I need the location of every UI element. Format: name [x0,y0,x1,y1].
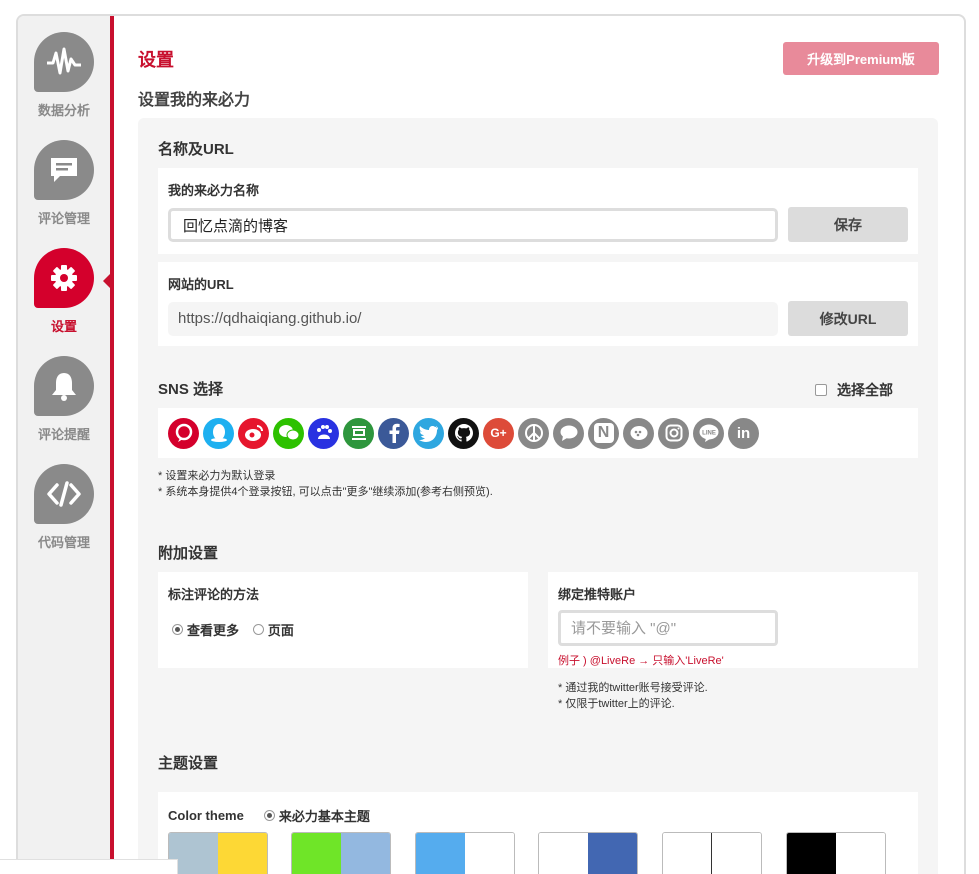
site-name-input[interactable] [168,208,778,242]
sidebar-item-label: 数据分析 [37,103,90,118]
sidebar-item-settings[interactable]: 设置 [18,248,110,335]
code-icon [34,464,94,524]
theme-swatch[interactable] [415,832,515,874]
naver-icon[interactable]: N [588,417,619,449]
app-frame: 数据分析 评论管理 设置 评论提醒 代码管理 设置 升级到Premium版 设置… [16,14,966,874]
radio-label: 来必力基本主题 [278,809,370,824]
radio-basic-theme[interactable]: 来必力基本主题 [263,806,370,825]
section-title-theme: 主题设置 [158,755,219,772]
sns-icon-row: G+ N LINE in [158,408,918,458]
sidebar-item-analytics[interactable]: 数据分析 [18,32,110,119]
color-theme-label: Color theme [168,808,244,823]
url-card: 网站的URL https://qdhaiqiang.github.io/ 修改U… [158,262,918,346]
facebook-icon[interactable] [378,417,409,449]
sidebar-item-label: 评论管理 [37,211,90,226]
gear-icon [34,248,94,308]
page-title: 设置 [138,50,174,70]
select-all-checkbox[interactable] [815,384,827,396]
line-icon[interactable]: LINE [693,417,724,449]
instagram-icon[interactable] [658,417,689,449]
theme-swatch[interactable] [291,832,391,874]
page-subtitle: 设置我的来必力 [138,92,251,109]
section-title-sns: SNS 选择 [158,381,224,398]
sns-note-line: * 设置来必力为默认登录 [158,470,276,482]
twitter-example: 例子 ) @LiveRe → 只输入'LiveRe' [558,655,724,667]
name-card: 我的来必力名称 保存 [158,168,918,254]
mark-method-card: 标注评论的方法 查看更多 页面 [158,572,528,668]
sidebar-item-notifications[interactable]: 评论提醒 [18,356,110,443]
radio-label: 查看更多 [187,623,240,638]
sns-note-line: * 系统本身提供4个登录按钮, 可以点击"更多"继续添加(参考右侧预览). [158,486,493,498]
twitter-account-input[interactable] [558,610,778,646]
section-title-extra: 附加设置 [158,545,219,562]
sidebar-item-label: 评论提醒 [37,427,90,442]
twitter-label: 绑定推特账户 [558,587,637,602]
name-label: 我的来必力名称 [168,183,260,198]
radio-view-more[interactable]: 查看更多 [172,620,239,639]
livere-icon[interactable] [168,417,199,449]
select-all-toggle[interactable]: 选择全部 [815,380,893,400]
save-button[interactable]: 保存 [788,207,908,242]
peace-icon[interactable] [518,417,549,449]
weibo-icon[interactable] [238,417,269,449]
active-indicator [103,274,110,288]
twitter-note-line: * 仅限于twitter上的评论. [558,698,675,710]
comment-icon [34,140,94,200]
linkedin-icon[interactable]: in [728,417,759,449]
theme-swatch[interactable] [786,832,886,874]
kakao-icon[interactable] [623,417,654,449]
theme-swatch[interactable] [662,832,762,874]
sns-notes: * 设置来必力为默认登录 * 系统本身提供4个登录按钮, 可以点击"更多"继续添… [158,468,493,500]
sidebar-item-comments[interactable]: 评论管理 [18,140,110,227]
theme-swatch[interactable] [538,832,638,874]
radio-button[interactable] [263,810,275,821]
change-url-button[interactable]: 修改URL [788,301,908,336]
twitter-note-line: * 通过我的twitter账号接受评论. [558,682,708,694]
github-icon[interactable] [448,417,479,449]
sidebar-divider [110,16,114,874]
wechat-icon[interactable] [273,417,304,449]
select-all-label: 选择全部 [837,382,893,398]
bottom-tab-strip [0,859,178,874]
douban-icon[interactable] [343,417,374,449]
mark-method-options: 查看更多 页面 [172,620,304,639]
baidu-icon[interactable] [308,417,339,449]
svg-text:LINE: LINE [702,431,716,437]
twitter-card: 绑定推特账户 例子 ) @LiveRe → 只输入'LiveRe' [548,572,918,668]
bell-icon [34,356,94,416]
sidebar-item-label: 设置 [50,319,77,334]
radio-page[interactable]: 页面 [252,620,294,639]
sidebar: 数据分析 评论管理 设置 评论提醒 代码管理 [18,16,110,874]
chat-icon[interactable] [553,417,584,449]
google-plus-icon[interactable]: G+ [483,417,514,449]
theme-swatch[interactable] [168,832,268,874]
sidebar-item-code[interactable]: 代码管理 [18,464,110,551]
color-theme-row: Color theme 来必力基本主题 [168,806,380,825]
qq-icon[interactable] [203,417,234,449]
url-label: 网站的URL [168,277,234,292]
site-url-field: https://qdhaiqiang.github.io/ [168,302,778,336]
radio-button[interactable] [172,624,183,635]
upgrade-premium-button[interactable]: 升级到Premium版 [783,42,939,75]
settings-panel: 名称及URL 我的来必力名称 保存 网站的URL https://qdhaiqi… [138,118,938,874]
twitter-notes: * 通过我的twitter账号接受评论. * 仅限于twitter上的评论. [558,680,708,712]
section-title-name-url: 名称及URL [158,141,234,158]
mark-method-label: 标注评论的方法 [168,587,260,602]
radio-button[interactable] [252,624,264,635]
sidebar-item-label: 代码管理 [37,535,90,550]
waveform-icon [34,32,94,92]
radio-label: 页面 [267,623,294,638]
twitter-icon[interactable] [413,417,444,449]
